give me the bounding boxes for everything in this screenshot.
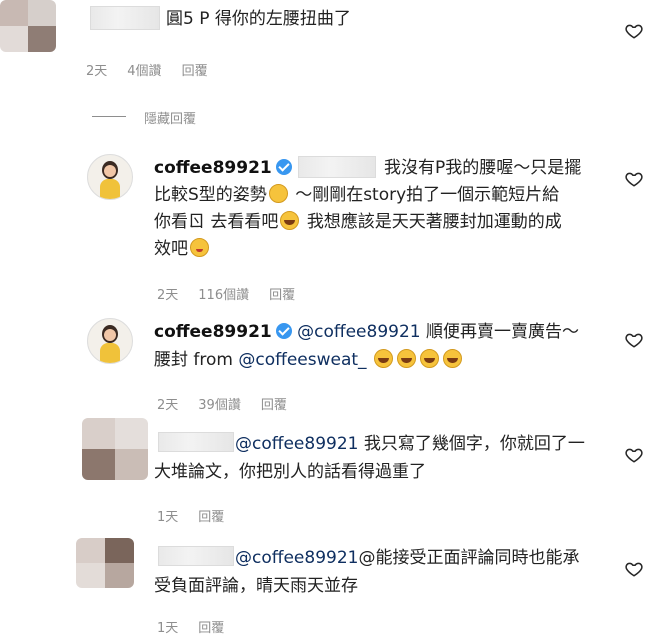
reply-meta: 2天 116個讚 回覆: [157, 284, 315, 303]
emoji-icon: [280, 211, 300, 230]
reply-text: 我沒有P我的腰喔～只是擺: [384, 158, 582, 178]
like-count[interactable]: 39個讚: [198, 394, 241, 413]
like-count[interactable]: 4個讚: [127, 60, 161, 79]
hide-replies-button[interactable]: 隱藏回覆: [144, 108, 196, 127]
emoji-icon: [268, 184, 288, 203]
heart-icon[interactable]: [625, 22, 643, 40]
username[interactable]: coffee89921: [154, 158, 272, 178]
reply-text: 效吧: [154, 235, 211, 263]
reply-text: 受負面評論，晴天雨天並存: [154, 576, 358, 596]
mention-link[interactable]: @coffee89921: [235, 434, 358, 454]
avatar[interactable]: [82, 418, 148, 480]
reply-button[interactable]: 回覆: [182, 60, 208, 79]
heart-icon[interactable]: [625, 560, 643, 578]
like-count[interactable]: 116個讚: [198, 284, 249, 303]
reply-line: coffee89921 @coffee89921 順便再賣一賣廣告～: [154, 322, 580, 342]
timestamp: 1天: [157, 621, 179, 636]
avatar[interactable]: [87, 154, 133, 200]
reply-text: 腰封 from @coffeesweat_: [154, 346, 464, 374]
avatar[interactable]: [76, 538, 134, 588]
reply-meta: 1天 回覆: [157, 506, 244, 525]
mention-link[interactable]: @coffee89921: [297, 322, 420, 342]
mention-link[interactable]: @coffeesweat_: [238, 350, 366, 370]
username-blurred[interactable]: [158, 432, 234, 452]
reply-text: @coffee89921@能接受正面評論同時也能承: [235, 548, 580, 568]
heart-icon[interactable]: [625, 331, 643, 349]
reply-line: coffee89921: [154, 154, 292, 182]
avatar[interactable]: [0, 0, 56, 52]
reply-text: @coffee89921 我只寫了幾個字，你就回了一: [235, 434, 585, 454]
timestamp: 1天: [157, 510, 179, 525]
heart-icon[interactable]: [625, 446, 643, 464]
reply-text: 大堆論文，你把別人的話看得過重了: [154, 462, 426, 482]
reply-meta: 2天 39個讚 回覆: [157, 394, 307, 413]
mention-link[interactable]: @coffee89921: [235, 548, 358, 568]
username-blurred[interactable]: [158, 546, 234, 566]
avatar[interactable]: [87, 318, 133, 364]
timestamp: 2天: [157, 398, 179, 413]
emoji-icon: [396, 349, 416, 368]
emoji-icon: [419, 349, 439, 368]
comment-text: 圓5 P 得你的左腰扭曲了: [166, 9, 351, 29]
reply-button[interactable]: 回覆: [261, 394, 287, 413]
reply-meta: 1天 回覆: [157, 617, 244, 636]
reply-button[interactable]: 回覆: [198, 506, 224, 525]
heart-icon[interactable]: [625, 170, 643, 188]
reply-button[interactable]: 回覆: [198, 617, 224, 636]
divider: [92, 116, 126, 117]
tagged-user-blurred[interactable]: [298, 156, 376, 178]
reply-text: 比較S型的姿勢 ～剛剛在story拍了一個示範短片給: [154, 184, 560, 205]
username[interactable]: coffee89921: [154, 322, 272, 342]
emoji-icon: [442, 349, 462, 368]
verified-badge-icon: [275, 159, 292, 175]
reply-text: 你看ㄖ 去看看吧 我想應該是天天著腰封加運動的成: [154, 211, 562, 232]
emoji-icon: [373, 349, 393, 368]
comment-meta: 2天 4個讚 回覆: [86, 60, 228, 79]
username-blurred[interactable]: [90, 6, 160, 30]
timestamp: 2天: [157, 288, 179, 303]
emoji-icon: [190, 238, 209, 257]
verified-badge-icon: [275, 323, 292, 339]
timestamp: 2天: [86, 64, 108, 79]
reply-button[interactable]: 回覆: [269, 284, 295, 303]
